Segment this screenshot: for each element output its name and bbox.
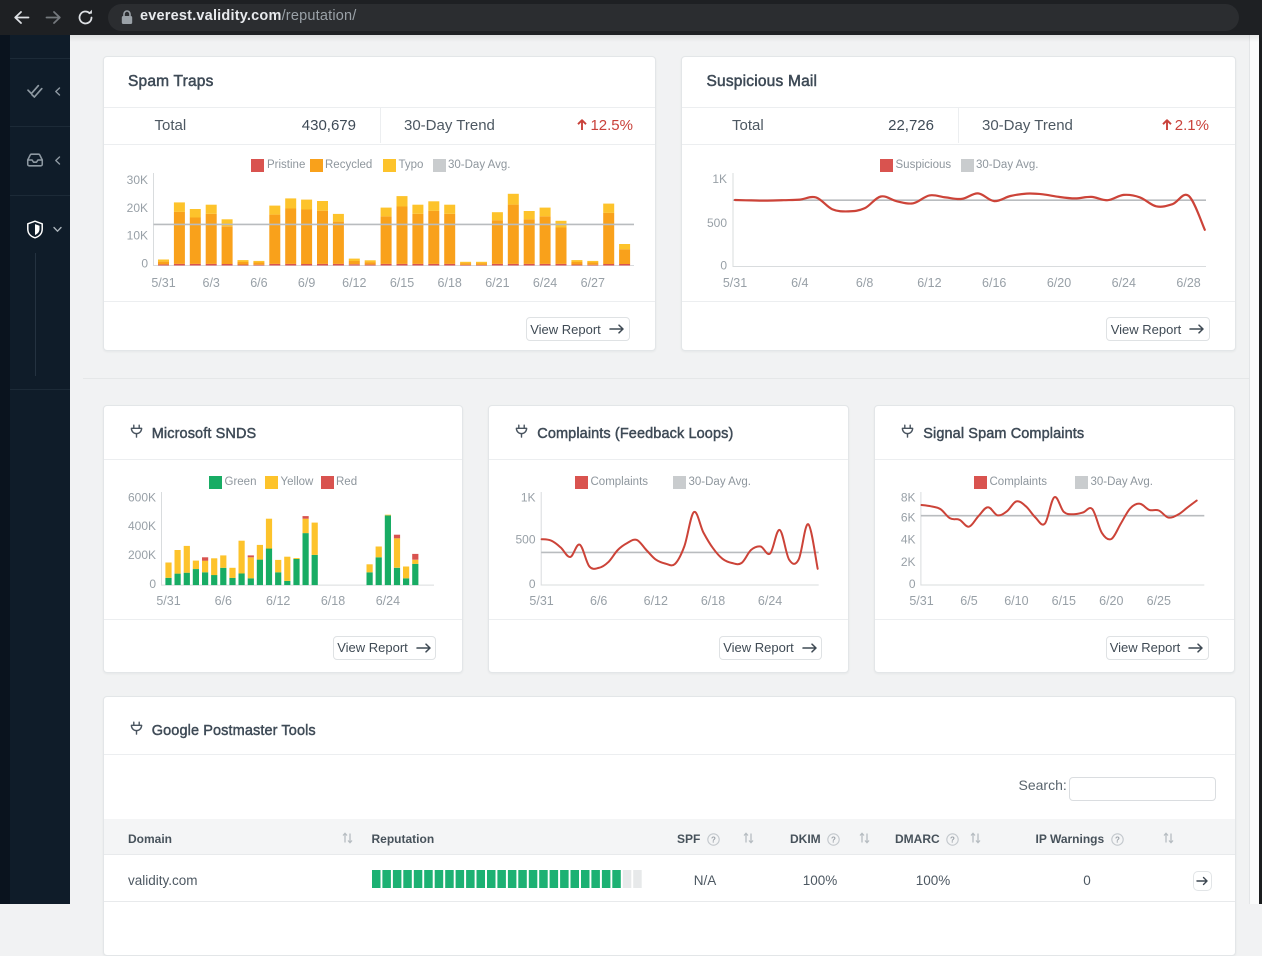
- svg-text:6/28: 6/28: [1176, 276, 1200, 290]
- svg-text:6/24: 6/24: [758, 594, 782, 608]
- svg-text:6/24: 6/24: [532, 276, 556, 290]
- svg-text:6/18: 6/18: [701, 594, 725, 608]
- svg-text:6K: 6K: [901, 510, 916, 524]
- svg-text:6/10: 6/10: [1004, 594, 1028, 608]
- svg-text:?: ?: [711, 835, 716, 844]
- svg-text:6/15: 6/15: [1052, 594, 1076, 608]
- svg-text:6/24: 6/24: [375, 594, 399, 608]
- svg-text:30K: 30K: [126, 173, 147, 187]
- svg-text:5/31: 5/31: [156, 594, 180, 608]
- svg-text:6/25: 6/25: [1147, 594, 1171, 608]
- svg-text:0: 0: [141, 257, 148, 271]
- svg-text:0: 0: [529, 577, 536, 591]
- svg-text:2K: 2K: [901, 554, 916, 568]
- svg-text:6/21: 6/21: [485, 276, 509, 290]
- svg-text:6/16: 6/16: [982, 276, 1006, 290]
- svg-text:500: 500: [707, 216, 727, 230]
- svg-text:0: 0: [909, 577, 916, 591]
- svg-text:6/20: 6/20: [1099, 594, 1123, 608]
- svg-text:6/12: 6/12: [644, 594, 668, 608]
- svg-text:6/6: 6/6: [214, 594, 231, 608]
- svg-text:6/12: 6/12: [342, 276, 366, 290]
- svg-text:6/20: 6/20: [1047, 276, 1071, 290]
- svg-text:1K: 1K: [521, 490, 536, 504]
- svg-text:500: 500: [515, 532, 535, 546]
- svg-text:200K: 200K: [127, 548, 155, 562]
- svg-text:5/31: 5/31: [151, 276, 175, 290]
- svg-text:6/6: 6/6: [250, 276, 267, 290]
- svg-text:6/24: 6/24: [1112, 276, 1136, 290]
- svg-text:600K: 600K: [127, 490, 155, 504]
- svg-text:6/6: 6/6: [590, 594, 607, 608]
- svg-text:6/18: 6/18: [437, 276, 461, 290]
- svg-text:6/8: 6/8: [856, 276, 873, 290]
- svg-text:6/3: 6/3: [202, 276, 219, 290]
- svg-text:6/4: 6/4: [791, 276, 808, 290]
- svg-text:4K: 4K: [901, 532, 916, 546]
- svg-text:?: ?: [1115, 835, 1120, 844]
- svg-text:0: 0: [149, 577, 156, 591]
- svg-text:6/5: 6/5: [960, 594, 977, 608]
- svg-text:6/27: 6/27: [580, 276, 604, 290]
- svg-text:5/31: 5/31: [909, 594, 933, 608]
- svg-text:6/15: 6/15: [389, 276, 413, 290]
- svg-text:1K: 1K: [712, 172, 727, 186]
- svg-text:6/18: 6/18: [320, 594, 344, 608]
- svg-text:6/12: 6/12: [917, 276, 941, 290]
- svg-text:8K: 8K: [901, 490, 916, 504]
- svg-text:?: ?: [950, 835, 955, 844]
- svg-text:20K: 20K: [126, 201, 147, 215]
- svg-text:6/12: 6/12: [266, 594, 290, 608]
- svg-text:5/31: 5/31: [529, 594, 553, 608]
- svg-text:6/9: 6/9: [297, 276, 314, 290]
- svg-text:?: ?: [831, 835, 836, 844]
- svg-text:400K: 400K: [127, 519, 155, 533]
- svg-text:0: 0: [720, 259, 727, 273]
- svg-text:10K: 10K: [126, 229, 147, 243]
- svg-text:5/31: 5/31: [723, 276, 747, 290]
